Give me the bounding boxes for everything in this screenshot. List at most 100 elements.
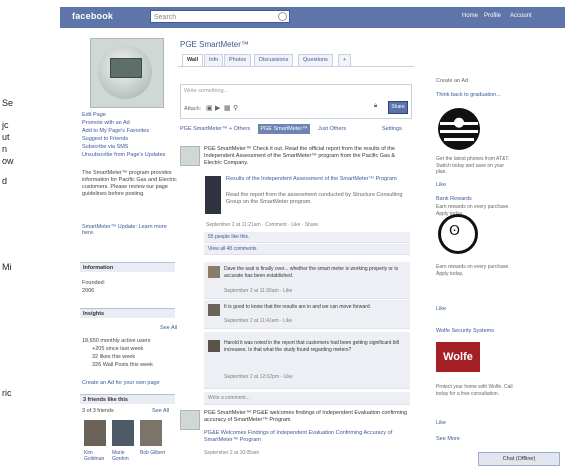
friend-avatar[interactable] — [84, 420, 106, 446]
tab-photos[interactable]: Photos — [224, 54, 252, 66]
promote-link[interactable]: Promote with an Ad — [82, 120, 177, 126]
favorites-link[interactable]: Add to My Page's Favorites — [82, 128, 177, 134]
post-author-avatar[interactable] — [180, 410, 200, 430]
tab-add[interactable]: + — [338, 54, 352, 66]
post-text: PGE SmartMeter™ Check it out. Read the o… — [204, 146, 396, 166]
friends-header: 3 friends like this — [80, 394, 175, 404]
insight-line: +205 since last week — [92, 346, 144, 352]
filter-page-and-others[interactable]: PGE SmartMeter™ + Others — [180, 126, 250, 132]
strip-text: ric — [2, 388, 12, 398]
filter-just-others[interactable]: Just Others — [318, 126, 346, 132]
comment-text: It is good to know that the results are … — [224, 304, 372, 310]
friend-avatar[interactable] — [140, 420, 162, 446]
create-ad-link[interactable]: Create an Ad for your own page — [82, 380, 177, 386]
sms-link[interactable]: Subscribe via SMS — [82, 144, 177, 150]
insight-line: 326 Wall Posts this week — [92, 362, 153, 368]
insight-line: 32 likes this week — [92, 354, 136, 360]
commenter-avatar[interactable] — [208, 340, 220, 352]
ad-title[interactable]: Think back to graduation... — [436, 92, 516, 98]
comment-text: Dave the wait is finally over... whether… — [224, 266, 398, 279]
strip-text: jc — [2, 120, 9, 130]
tab-info[interactable]: Info — [204, 54, 224, 66]
event-attach-icon[interactable]: ▦ — [224, 104, 231, 112]
ad-like-link[interactable]: Like — [436, 306, 516, 312]
ad-description: Earn rewards on every purchase. Apply to… — [436, 264, 510, 277]
left-cropped-strip: Se jc ut n ow d Mi ric — [0, 0, 60, 465]
tab-divider — [178, 66, 414, 67]
facebook-logo[interactable]: facebook — [72, 11, 113, 21]
chat-bar[interactable]: Chat (Offline) — [478, 452, 560, 466]
tab-wall[interactable]: Wall — [182, 54, 204, 66]
post-author-avatar[interactable] — [180, 146, 200, 166]
friend-name[interactable]: Marie Gordon — [112, 450, 138, 462]
see-more-ads[interactable]: See More — [436, 436, 516, 442]
search-input[interactable]: Search — [150, 10, 290, 23]
ad-logo-glyph: Ꙩ — [449, 222, 461, 238]
ad-like-link[interactable]: Like — [436, 420, 516, 426]
likes-count[interactable]: 55 people like this. — [208, 234, 249, 240]
commenter-avatar[interactable] — [208, 304, 220, 316]
page-title: PGE SmartMeter™ — [180, 40, 249, 49]
friend-name[interactable]: Bob Gilbert — [140, 450, 166, 456]
strip-text: Mi — [2, 262, 12, 272]
att-logo-stripe — [444, 138, 474, 141]
ad-like-link[interactable]: Like — [436, 182, 516, 188]
friends-see-all[interactable]: See All — [152, 408, 176, 414]
home-link[interactable]: Home — [462, 13, 478, 19]
share-button[interactable]: Share — [388, 101, 408, 114]
friend-name[interactable]: Kim Goldman — [84, 450, 110, 462]
post-text: PGE SmartMeter™ PG&E welcomes findings o… — [204, 410, 407, 423]
strip-text: ow — [2, 156, 14, 166]
strip-text: ut — [2, 132, 10, 142]
comment-text: Harold it was noted in the report that c… — [224, 340, 399, 353]
link-description: Read the report from the assessment cond… — [226, 192, 403, 205]
about-more-link[interactable]: SmartMeter™ Update: Learn more here. — [82, 224, 177, 236]
strip-text: Se — [2, 98, 14, 108]
create-ad-link[interactable]: Create an Ad — [436, 78, 516, 84]
tab-discussions[interactable]: Discussions — [254, 54, 294, 66]
link-title[interactable]: Results of the Independent Assessment of… — [226, 176, 408, 183]
link-attach-icon[interactable]: ⚲ — [233, 104, 238, 112]
ad-description: Get the latest phones from AT&T. Switch … — [436, 156, 510, 175]
strip-text: d — [2, 176, 8, 186]
photo-attach-icon[interactable]: ▣ — [206, 104, 213, 112]
ad-title[interactable]: Wolfe Security Systems — [436, 328, 516, 334]
ad-description: Protect your home with Wolfe. Call today… — [436, 384, 513, 397]
account-link[interactable]: Account — [510, 13, 532, 19]
info-value: 2006 — [82, 288, 95, 294]
info-label: Founded: — [82, 280, 106, 286]
suggest-link[interactable]: Suggest to Friends — [82, 136, 177, 142]
profile-link[interactable]: Profile — [484, 13, 501, 19]
post-meta: September 2 at 11:21am · Comment · Like … — [206, 222, 319, 228]
comment-meta: September 2 at 11:30am · Like — [224, 288, 293, 294]
ad-description: Earn rewards on every purchase. Apply to… — [436, 204, 510, 217]
unsubscribe-link[interactable]: Unsubscribe from Page's Updates — [82, 152, 177, 158]
link-thumbnail[interactable] — [205, 176, 221, 214]
insights-see-all[interactable]: See All — [160, 325, 180, 331]
wolfe-logo[interactable]: Wolfe — [436, 342, 480, 372]
video-attach-icon[interactable]: ▶ — [215, 104, 220, 112]
ad-title[interactable]: Bank Rewards — [436, 196, 516, 202]
att-logo-stripe — [440, 122, 478, 125]
view-all-comments[interactable]: View all 48 comments — [208, 246, 257, 252]
comment-meta: September 2 at 12:02pm · Like — [224, 374, 293, 380]
insight-line: 18,650 monthly active users — [82, 338, 151, 344]
attach-label: Attach: — [184, 106, 202, 112]
att-logo[interactable] — [438, 108, 480, 150]
meter-display — [110, 58, 142, 78]
tab-questions[interactable]: Questions — [298, 54, 333, 66]
comment-meta: September 2 at 11:41am · Like — [224, 318, 293, 324]
post-meta: September 2 at 10:05am — [204, 450, 260, 456]
edit-page-link[interactable]: Edit Page — [82, 112, 177, 118]
filter-settings-link[interactable]: Settings — [382, 126, 402, 132]
strip-text: n — [2, 144, 8, 154]
friend-avatar[interactable] — [112, 420, 134, 446]
filter-page-only[interactable]: PGE SmartMeter™ — [258, 124, 310, 134]
att-logo-stripe — [440, 130, 478, 133]
about-text: The SmartMeter™ program provides informa… — [82, 170, 177, 197]
commenter-avatar[interactable] — [208, 266, 220, 278]
privacy-lock-icon[interactable]: 🔒︎ — [374, 103, 377, 110]
write-comment-input[interactable]: Write a comment... — [208, 395, 250, 401]
link-title[interactable]: PG&E Welcomes Findings of Independent Ev… — [204, 430, 414, 444]
search-icon[interactable] — [278, 12, 287, 21]
